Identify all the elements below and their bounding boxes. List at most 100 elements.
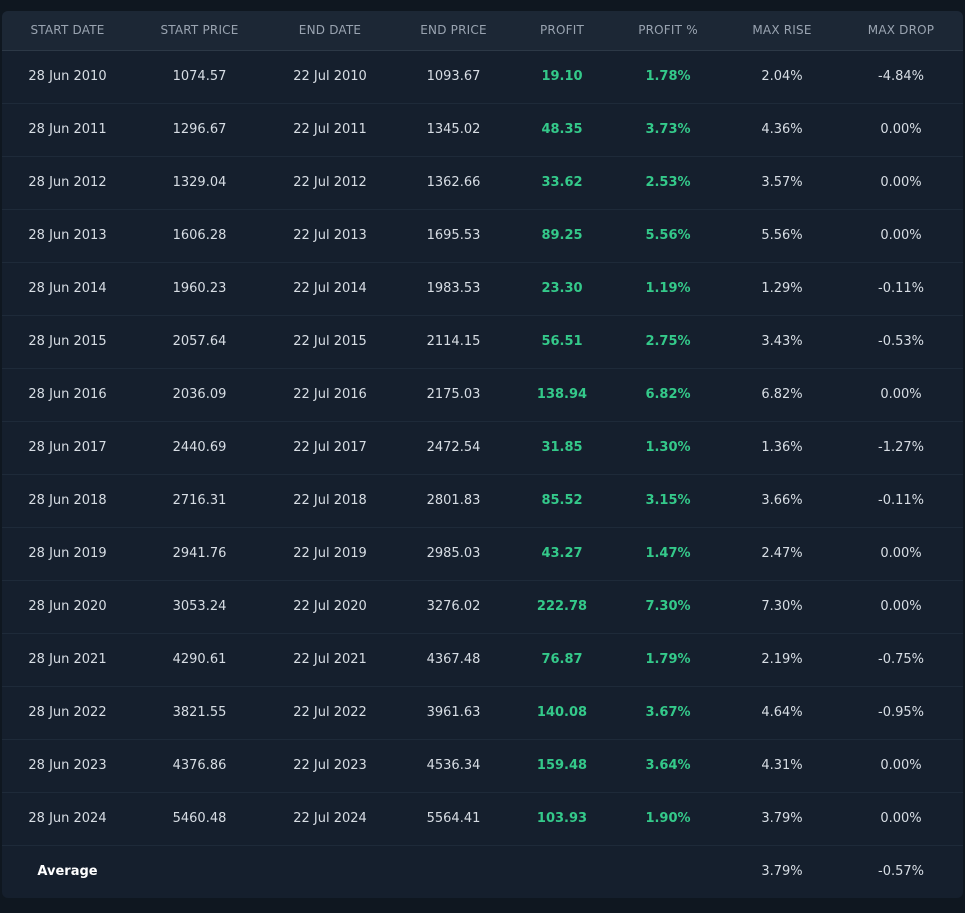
cell-start-price: 2941.76 (133, 527, 266, 581)
cell-profit-percent: 7.30% (611, 580, 725, 634)
cell-start-price: 4376.86 (133, 739, 266, 793)
table-row: 28 Jun 2021 4290.61 22 Jul 2021 4367.48 76.8… (2, 633, 963, 687)
cell-start-price: 2716.31 (133, 474, 266, 528)
cell-max-rise: 6.82% (725, 368, 839, 422)
cell-profit-percent: 3.67% (611, 686, 725, 740)
cell-max-rise: 3.66% (725, 474, 839, 528)
cell-end-date: 22 Jul 2017 (266, 421, 394, 475)
table-row: 28 Jun 2023 4376.86 22 Jul 2023 4536.34 159.… (2, 739, 963, 793)
column-header-start-price[interactable]: START PRICE (133, 11, 266, 51)
cell-max-drop: 0.00% (839, 209, 963, 263)
cell-max-rise: 5.56% (725, 209, 839, 263)
column-header-profit-percent[interactable]: PROFIT % (611, 11, 725, 51)
cell-profit: 159.48 (513, 739, 611, 793)
cell-end-price: 2801.83 (394, 474, 513, 528)
cell-max-rise: 2.47% (725, 527, 839, 581)
cell-profit-percent: 2.53% (611, 156, 725, 210)
cell-max-rise: 2.19% (725, 633, 839, 687)
column-header-start-date[interactable]: START DATE (2, 11, 133, 51)
cell-max-rise: 2.04% (725, 50, 839, 104)
cell-max-drop: -0.11% (839, 262, 963, 316)
cell-profit: 103.93 (513, 792, 611, 846)
cell-profit: 23.30 (513, 262, 611, 316)
cell-start-date: 28 Jun 2019 (2, 527, 133, 581)
cell-max-drop: -0.75% (839, 633, 963, 687)
cell-end-price: 2472.54 (394, 421, 513, 475)
cell-end-price: 4536.34 (394, 739, 513, 793)
table-row: 28 Jun 2019 2941.76 22 Jul 2019 2985.03 43.2… (2, 527, 963, 581)
cell-max-drop: -4.84% (839, 50, 963, 104)
column-header-end-date[interactable]: END DATE (266, 11, 394, 51)
cell-start-date: 28 Jun 2021 (2, 633, 133, 687)
cell-max-drop: -0.95% (839, 686, 963, 740)
cell-end-price: 2985.03 (394, 527, 513, 581)
cell-max-drop: -1.27% (839, 421, 963, 475)
cell-start-date: 28 Jun 2020 (2, 580, 133, 634)
column-header-profit[interactable]: PROFIT (513, 11, 611, 51)
table-row: 28 Jun 2011 1296.67 22 Jul 2011 1345.02 48.3… (2, 103, 963, 157)
cell-end-date: 22 Jul 2012 (266, 156, 394, 210)
cell-start-price: 3053.24 (133, 580, 266, 634)
cell-profit-percent: 6.82% (611, 368, 725, 422)
cell-start-date: 28 Jun 2016 (2, 368, 133, 422)
cell-start-price: 2057.64 (133, 315, 266, 369)
cell-max-rise: 4.31% (725, 739, 839, 793)
cell-profit-percent: 1.47% (611, 527, 725, 581)
cell-profit-percent: 5.56% (611, 209, 725, 263)
cell-start-price: 5460.48 (133, 792, 266, 846)
cell-profit: 140.08 (513, 686, 611, 740)
cell-end-date: 22 Jul 2014 (266, 262, 394, 316)
table-row: 28 Jun 2013 1606.28 22 Jul 2013 1695.53 89.2… (2, 209, 963, 263)
table-row: 28 Jun 2016 2036.09 22 Jul 2016 2175.03 138.… (2, 368, 963, 422)
cell-end-date: 22 Jul 2022 (266, 686, 394, 740)
cell-start-date: 28 Jun 2014 (2, 262, 133, 316)
cell-max-drop: 0.00% (839, 103, 963, 157)
cell-profit-percent: 1.90% (611, 792, 725, 846)
results-table: START DATE START PRICE END DATE END PRIC… (2, 11, 963, 898)
cell-profit: 222.78 (513, 580, 611, 634)
cell-profit-percent: 3.73% (611, 103, 725, 157)
cell-end-date: 22 Jul 2020 (266, 580, 394, 634)
cell-start-price: 1074.57 (133, 50, 266, 104)
cell-max-drop: 0.00% (839, 156, 963, 210)
cell-start-date: 28 Jun 2011 (2, 103, 133, 157)
column-header-max-drop[interactable]: MAX DROP (839, 11, 963, 51)
cell-start-price: 2036.09 (133, 368, 266, 422)
cell-profit-percent: 3.15% (611, 474, 725, 528)
cell-max-drop: 0.00% (839, 792, 963, 846)
column-header-max-rise[interactable]: MAX RISE (725, 11, 839, 51)
cell-start-date: 28 Jun 2017 (2, 421, 133, 475)
cell-start-price: 3821.55 (133, 686, 266, 740)
table-row: 28 Jun 2020 3053.24 22 Jul 2020 3276.02 222.… (2, 580, 963, 634)
cell-end-price: 2114.15 (394, 315, 513, 369)
cell-end-date: 22 Jul 2016 (266, 368, 394, 422)
cell-start-date: 28 Jun 2022 (2, 686, 133, 740)
cell-end-date: 22 Jul 2019 (266, 527, 394, 581)
cell-end-price: 3961.63 (394, 686, 513, 740)
cell-end-date: 22 Jul 2015 (266, 315, 394, 369)
cell-max-rise: 3.43% (725, 315, 839, 369)
cell-end-date: 22 Jul 2010 (266, 50, 394, 104)
cell-end-date: 22 Jul 2013 (266, 209, 394, 263)
average-row: Average 3.79% -0.57% (2, 845, 963, 898)
table-row: 28 Jun 2024 5460.48 22 Jul 2024 5564.41 103.… (2, 792, 963, 846)
cell-empty (133, 845, 266, 898)
cell-profit: 89.25 (513, 209, 611, 263)
cell-start-price: 2440.69 (133, 421, 266, 475)
table-row: 28 Jun 2010 1074.57 22 Jul 2010 1093.67 19.1… (2, 50, 963, 104)
cell-end-price: 1093.67 (394, 50, 513, 104)
cell-profit-percent: 1.78% (611, 50, 725, 104)
cell-empty (513, 845, 611, 898)
table-row: 28 Jun 2017 2440.69 22 Jul 2017 2472.54 31.8… (2, 421, 963, 475)
cell-end-date: 22 Jul 2021 (266, 633, 394, 687)
table-row: 28 Jun 2018 2716.31 22 Jul 2018 2801.83 85.5… (2, 474, 963, 528)
column-header-end-price[interactable]: END PRICE (394, 11, 513, 51)
cell-max-rise: 3.57% (725, 156, 839, 210)
cell-start-price: 1329.04 (133, 156, 266, 210)
cell-profit: 43.27 (513, 527, 611, 581)
cell-profit-percent: 3.64% (611, 739, 725, 793)
cell-max-rise: 7.30% (725, 580, 839, 634)
cell-profit-percent: 2.75% (611, 315, 725, 369)
cell-start-date: 28 Jun 2015 (2, 315, 133, 369)
average-max-rise: 3.79% (761, 864, 803, 880)
